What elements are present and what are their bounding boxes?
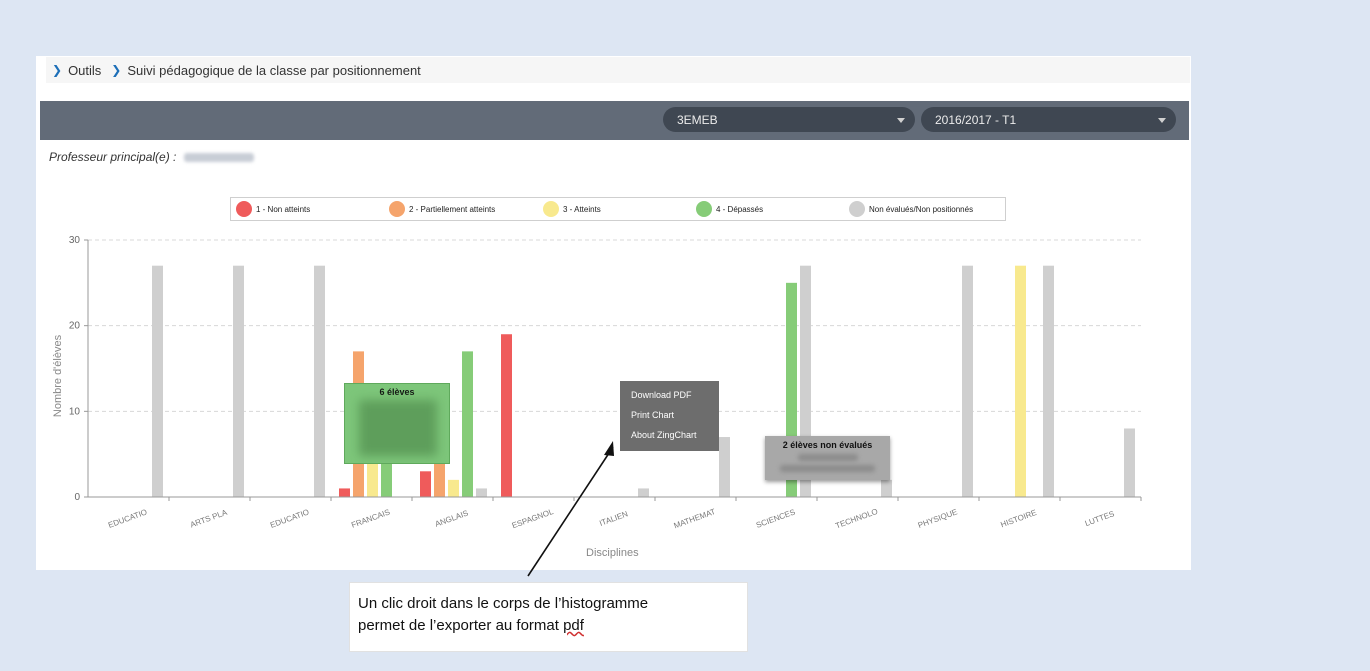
bar: [420, 471, 431, 497]
tooltip-redacted-names: [359, 400, 437, 456]
callout-line-2: permet de l’exporter au format pdf: [358, 615, 747, 637]
tooltip-redacted-line: [797, 454, 858, 461]
annotation-callout: Un clic droit dans le corps de l’histogr…: [349, 582, 748, 652]
callout-line-2-pdf: pdf: [563, 617, 584, 634]
tooltip-title: 6 élèves: [379, 387, 415, 397]
x-tick-label: FRANCAIS: [350, 508, 391, 530]
menu-item-print-chart[interactable]: Print Chart: [620, 405, 719, 425]
bar: [962, 265, 973, 497]
x-tick-label: EDUCATIO: [269, 507, 310, 529]
x-tick-label: SCIENCES: [755, 507, 797, 529]
tooltip-title: 2 élèves non évalués: [782, 440, 873, 450]
chart-axes: 0 10 20 30 EDUCATIO ARTS PLA EDUCATIO FRANCAIS A…: [69, 235, 1142, 531]
bar: [501, 334, 512, 497]
y-axis-title: Nombre d'élèves: [52, 334, 64, 418]
context-menu: Download PDF Print Chart About ZingChart: [620, 381, 719, 451]
x-tick-label: HISTOIRE: [999, 508, 1037, 529]
bar: [462, 351, 473, 497]
x-tick-label: EDUCATIO: [107, 507, 148, 529]
x-tick-label: ANGLAIS: [434, 508, 470, 528]
tooltip-redacted-line: [780, 465, 875, 472]
x-tick-label: ESPAGNOL: [511, 507, 555, 530]
bar: [719, 437, 730, 497]
x-tick-label: ARTS PLA: [189, 508, 229, 530]
y-tick-label: 20: [69, 321, 81, 332]
chart-tooltip-green: 6 élèves: [344, 383, 450, 464]
callout-line-1: Un clic droit dans le corps de l’histogr…: [358, 595, 649, 612]
bar: [1043, 265, 1054, 497]
x-tick-label: PHYSIQUE: [917, 507, 959, 530]
bar: [881, 479, 892, 497]
y-tick-label: 0: [74, 492, 80, 503]
menu-item-about-zingchart[interactable]: About ZingChart: [620, 425, 719, 445]
bar: [1124, 428, 1135, 497]
y-tick-label: 10: [69, 406, 81, 417]
callout-line-2-text: permet de l’exporter au format: [358, 617, 564, 634]
bar: [638, 488, 649, 497]
bar: [339, 488, 350, 497]
x-axis-title: Disciplines: [586, 547, 639, 559]
bar-chart[interactable]: 0 10 20 30 EDUCATIO ARTS PLA EDUCATIO FRANCAIS A…: [0, 0, 1370, 671]
y-tick-label: 30: [69, 235, 81, 246]
bar: [448, 479, 459, 497]
bar: [152, 265, 163, 497]
x-tick-label: ITALIEN: [598, 509, 629, 528]
x-tick-label: LUTTES: [1084, 509, 1116, 528]
bar: [476, 488, 487, 497]
bar: [233, 265, 244, 497]
bar: [314, 265, 325, 497]
callout-arrow-head: [604, 441, 614, 456]
x-tick-label: TECHNOLO: [834, 507, 879, 531]
chart-tooltip-gray: 2 élèves non évalués: [765, 436, 890, 480]
bar: [1015, 265, 1026, 497]
chart-grid: [88, 239, 1141, 412]
x-tick-label: MATHEMAT: [673, 507, 717, 530]
menu-item-download-pdf[interactable]: Download PDF: [620, 385, 719, 405]
